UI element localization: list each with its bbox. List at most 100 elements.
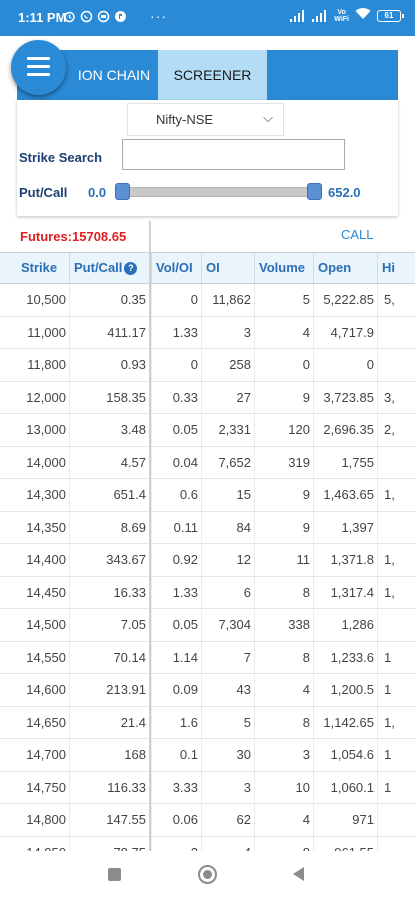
cell-strike: 14,450 [26,584,66,600]
cell-high [377,446,415,479]
cell-oi: 3 [201,771,254,804]
cell-high: 1, [377,576,415,609]
table-row[interactable]: 11,000 411.17 1.33 3 4 4,717.9 [0,316,415,349]
signal-icon [290,9,306,22]
cell-voloi: 0 [151,284,201,316]
cell-high: 1 [377,641,415,674]
cell-open: 971 [313,804,377,836]
cell-high: 2, [377,414,415,446]
table-row[interactable]: 14,650 21.4 1.6 5 8 1,142.65 1, [0,706,415,739]
cell-strike: 14,300 [26,487,66,502]
putcall-max-handle[interactable] [307,183,322,200]
cell-oi: 5 [201,706,254,739]
cell-high [377,349,415,381]
strike-search-input[interactable] [122,139,345,170]
cell-strike: 14,600 [26,682,66,697]
cell-volume: 8 [254,706,313,739]
cell-putcall: 78.75 [69,836,149,851]
cell-oi: 12 [201,544,254,576]
cell-open: 4,717.9 [313,316,377,349]
table-row[interactable]: 14,600 213.91 0.09 43 4 1,200.5 1 [0,674,415,707]
cell-volume: 0 [254,349,313,381]
cell-putcall: 0.93 [69,349,149,381]
cell-open: 5,222.85 [313,284,377,316]
cell-volume: 3 [254,739,313,771]
cell-oi: 27 [201,381,254,414]
cell-voloi: 0.1 [151,739,201,771]
recent-apps-icon[interactable] [108,868,121,881]
col-open[interactable]: Open [313,253,377,283]
menu-icon [27,57,50,60]
cell-strike: 14,500 [26,617,66,632]
cell-strike: 14,350 [26,519,66,535]
col-voloi[interactable]: Vol/OI [151,253,201,283]
home-icon[interactable] [198,865,217,884]
cell-open: 2,696.35 [313,414,377,446]
cell-strike: 14,850 [17,837,69,852]
table-row[interactable]: 14,400 343.67 0.92 12 11 1,371.8 1, [0,544,415,577]
cell-high: 1, [377,479,415,511]
table-row[interactable]: 14,500 7.05 0.05 7,304 338 1,286 [0,609,415,642]
cell-high: 1, [377,706,415,739]
cell-strike: 14,550 [26,649,66,665]
col-high[interactable]: Hi [377,253,415,283]
cell-open: 1,397 [313,511,377,544]
col-volume[interactable]: Volume [254,253,313,283]
cell-putcall: 70.14 [69,641,149,674]
cell-oi: 15 [201,479,254,511]
table-row[interactable]: 14,85078.75248961.55 [0,836,415,852]
cell-voloi: 0.06 [151,804,201,836]
col-strike[interactable]: Strike [17,253,69,283]
table-row[interactable]: 14,350 8.69 0.11 84 9 1,397 [0,511,415,544]
screener-table[interactable]: 10,500 0.35 0 11,862 5 5,222.85 5, 11,000 411.17… [0,284,415,851]
cell-open: 1,371.8 [313,544,377,576]
table-row[interactable]: 11,800 0.93 0 258 0 0 [0,349,415,382]
cell-voloi: 0.92 [151,544,201,576]
tab-screener[interactable]: SCREENER [158,50,267,100]
table-row[interactable]: 14,300 651.4 0.6 15 9 1,463.65 1, [0,479,415,512]
cell-oi: 84 [201,511,254,544]
table-row[interactable]: 12,000 158.35 0.33 27 9 3,723.85 3, [0,381,415,414]
cell-strike: 12,000 [26,389,66,405]
table-row[interactable]: 14,750 116.33 3.33 3 10 1,060.1 1 [0,771,415,804]
cell-volume: 5 [254,284,313,316]
table-row[interactable]: 14,800 147.55 0.06 62 4 971 [0,804,415,837]
wifi-icon [355,8,371,23]
cell-voloi: 0.05 [151,609,201,641]
menu-button[interactable] [11,40,66,95]
back-icon[interactable] [293,867,304,881]
cell-high: 1, [377,544,415,576]
cell-high: 3, [377,381,415,414]
chevron-down-icon: ⌵ [263,110,273,125]
cell-voloi: 3.33 [151,771,201,804]
cell-volume: 9 [254,511,313,544]
table-row[interactable]: 13,000 3.48 0.05 2,331 120 2,696.35 2, [0,414,415,447]
cell-voloi: 0.11 [151,511,201,544]
tab-option-chain[interactable]: ION CHAIN [64,50,164,100]
cell-open: 0 [313,349,377,381]
table-row[interactable]: 14,700 168 0.1 30 3 1,054.6 1 [0,739,415,772]
putcall-label: Put/Call [19,185,68,200]
putcall-range-track[interactable] [121,187,316,197]
col-oi[interactable]: OI [201,253,254,283]
table-row[interactable]: 14,550 70.14 1.14 7 8 1,233.6 1 [0,641,415,674]
cell-volume: 4 [254,804,313,836]
cell-voloi: 0.09 [151,674,201,706]
help-icon[interactable]: ? [124,262,138,276]
cell-putcall: 168 [69,739,149,771]
cell-open: 3,723.85 [313,381,377,414]
cell-oi: 3 [201,316,254,349]
cell-oi: 7,652 [201,446,254,479]
putcall-min-handle[interactable] [115,183,130,200]
messenger-icon [96,9,110,23]
col-putcall[interactable]: Put/Call? [69,253,149,283]
table-row[interactable]: 14,450 16.33 1.33 6 8 1,317.4 1, [0,576,415,609]
cell-strike: 14,750 [26,779,66,795]
symbol-select[interactable]: Nifty-NSE ⌵ [127,103,284,136]
app-screen: 1:11 PM ··· Vo WiFi 61 ION CHAIN SCREENE… [0,0,415,900]
table-row[interactable]: 14,000 4.57 0.04 7,652 319 1,755 [0,446,415,479]
table-row[interactable]: 10,500 0.35 0 11,862 5 5,222.85 5, [0,284,415,317]
cell-voloi: 0.6 [151,479,201,511]
cell-strike: 11,800 [27,357,66,372]
cell-strike: 14,700 [26,747,66,762]
